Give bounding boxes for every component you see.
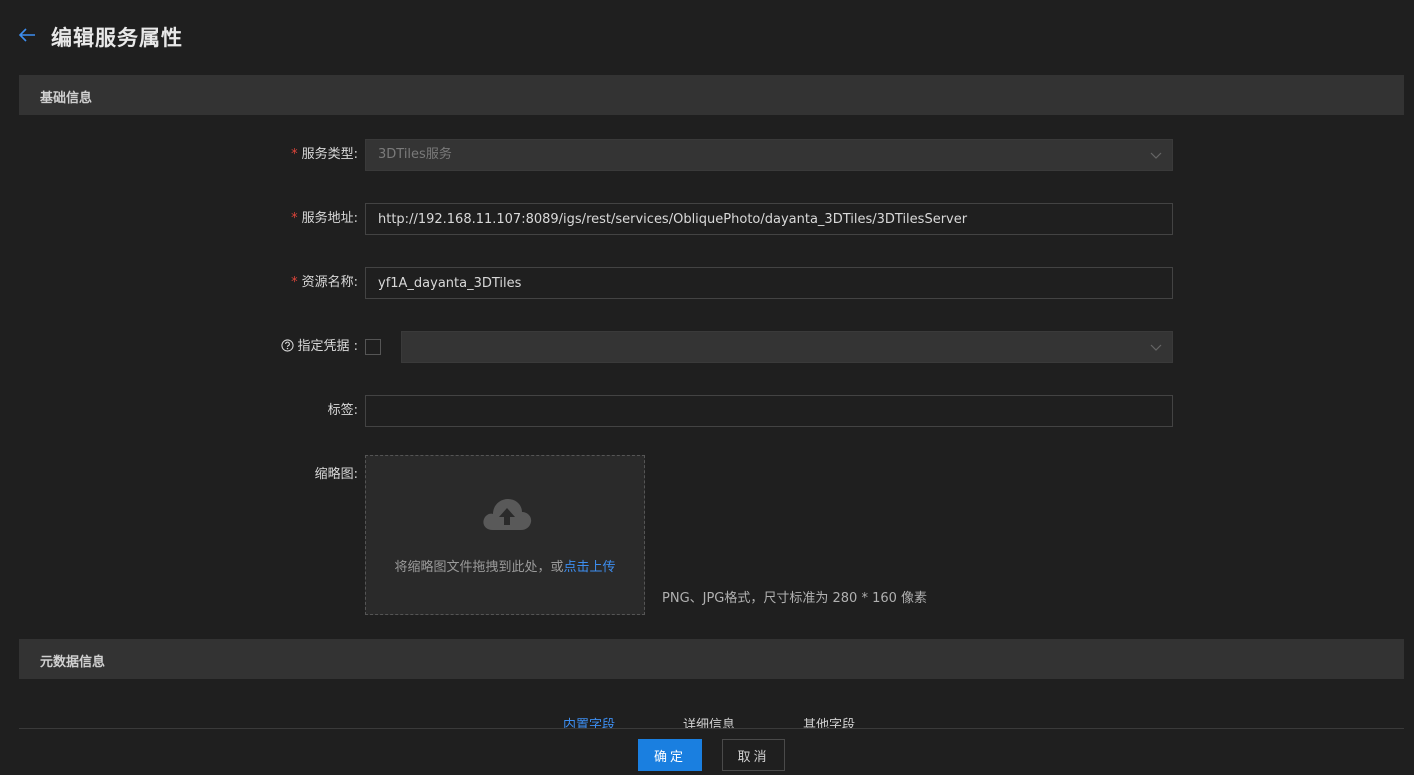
required-mark: *	[291, 147, 298, 162]
chevron-down-icon	[1150, 344, 1162, 351]
section-basic-info: 基础信息	[19, 75, 1404, 115]
click-upload-link[interactable]: 点击上传	[564, 560, 616, 575]
upload-hint: PNG、JPG格式，尺寸标准为 280 * 160 像素	[662, 591, 928, 606]
credential-label: 指定凭据 :	[281, 331, 358, 363]
thumbnail-upload-area[interactable]: 将缩略图文件拖拽到此处，或点击上传	[365, 455, 645, 615]
tags-input[interactable]	[365, 395, 1173, 427]
question-circle-icon[interactable]	[281, 339, 295, 352]
page-header: 编辑服务属性	[0, 0, 1414, 74]
chevron-down-icon	[1150, 152, 1162, 159]
section-metadata-info: 元数据信息	[19, 639, 1404, 679]
service-type-select[interactable]: 3DTiles服务	[365, 139, 1173, 171]
edit-service-page: 编辑服务属性 基础信息 *服务类型: 3DTiles服务 *服务地址: *资源名…	[0, 0, 1414, 775]
thumbnail-label: 缩略图:	[314, 467, 358, 482]
arrow-left-icon[interactable]	[18, 27, 36, 43]
upload-text: 将缩略图文件拖拽到此处，或点击上传	[394, 560, 616, 575]
required-mark: *	[291, 275, 298, 290]
cancel-button[interactable]: 取消	[722, 739, 785, 771]
confirm-button[interactable]: 确定	[638, 739, 702, 771]
credential-checkbox[interactable]	[365, 339, 381, 355]
service-type-value: 3DTiles服务	[378, 147, 452, 162]
footer-bar: 确定 取消	[0, 729, 1414, 775]
service-url-label: * 服务地址:	[291, 211, 358, 226]
resource-name-label: * 资源名称:	[291, 275, 358, 290]
credential-select[interactable]	[401, 331, 1173, 363]
service-type-label: * 服务类型:	[291, 147, 358, 162]
section-basic-info-label: 基础信息	[40, 91, 93, 106]
tags-label: 标签:	[327, 403, 358, 418]
resource-name-input[interactable]	[365, 267, 1173, 299]
page-title: 编辑服务属性	[51, 26, 183, 50]
section-metadata-info-label: 元数据信息	[40, 655, 106, 670]
required-mark: *	[291, 211, 298, 226]
service-url-input[interactable]	[365, 203, 1173, 235]
cloud-upload-icon	[483, 499, 532, 530]
